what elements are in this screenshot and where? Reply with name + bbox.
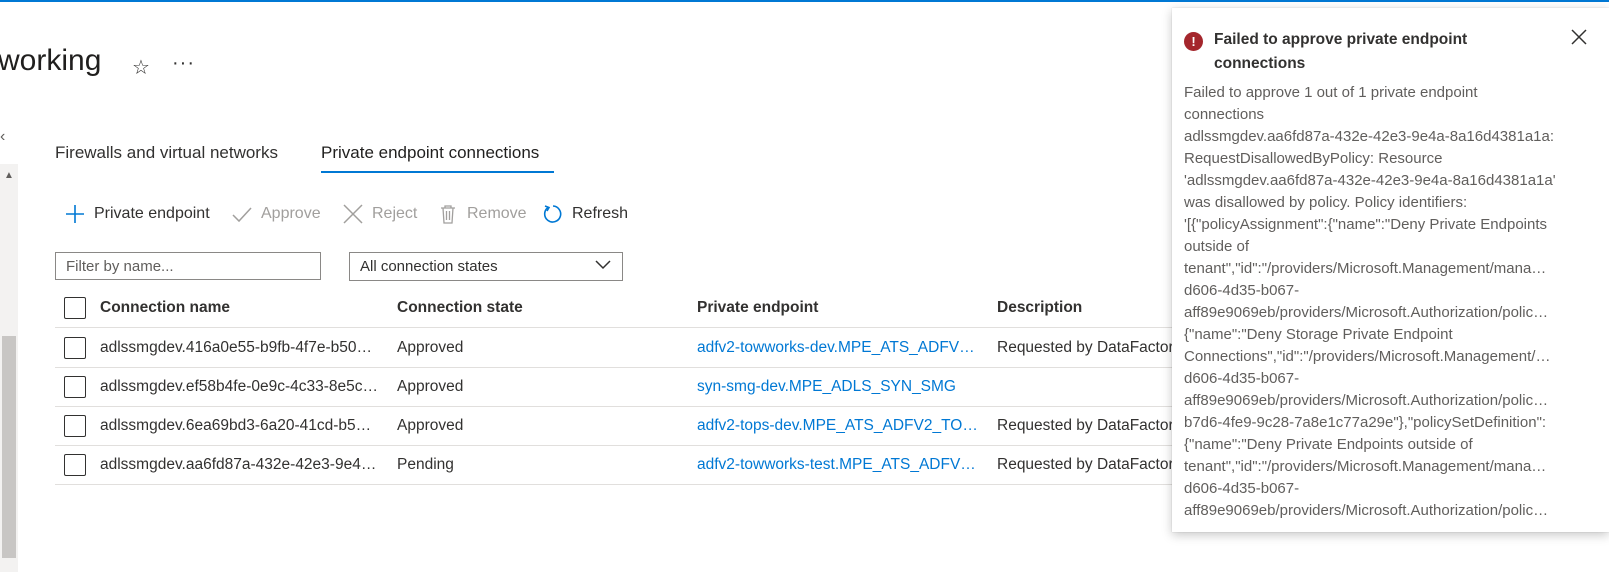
reject-button[interactable]: Reject [342, 203, 417, 225]
connection-description: Requested by DataFactory [997, 456, 1182, 473]
notification-line: tenant","id":"/providers/Microsoft.Manag… [1184, 260, 1547, 277]
connection-name: adlssmgdev.6ea69bd3-6a20-41cd-b5… [100, 417, 372, 434]
notification-line: Failed to approve 1 out of 1 private end… [1184, 84, 1478, 101]
collapse-chevron-icon[interactable]: ‹ [0, 128, 5, 146]
notification-line: aff89e9069eb/providers/Microsoft.Authori… [1184, 502, 1549, 519]
approve-button[interactable]: Approve [231, 203, 321, 225]
connection-name: adlssmgdev.aa6fd87a-432e-42e3-9e4… [100, 456, 377, 473]
table-row[interactable]: adlssmgdev.6ea69bd3-6a20-41cd-b5… Approv… [55, 406, 1181, 446]
private-endpoint-link[interactable]: adfv2-tops-dev.MPE_ATS_ADFV2_TOPS [697, 406, 982, 445]
left-nav-rail: ‹ ▲ [0, 0, 20, 572]
table-row[interactable]: adlssmgdev.ef58b4fe-0e9c-4c33-8e5c… Appr… [55, 367, 1175, 407]
notification-line: d606-4d35-b067- [1184, 370, 1300, 387]
connection-state: Pending [397, 456, 454, 473]
connection-description [997, 367, 1187, 406]
trash-icon [437, 203, 459, 225]
private-endpoint-link[interactable]: syn-smg-dev.MPE_ADLS_SYN_SMG [697, 367, 982, 406]
private-endpoint-link[interactable]: adfv2-towworks-dev.MPE_ATS_ADFV2… [697, 328, 982, 367]
add-private-endpoint-label: Private endpoint [94, 205, 210, 222]
page-title: working [0, 44, 102, 77]
connection-state-selected-value: All connection states [360, 258, 498, 275]
top-accent-line [0, 0, 1609, 2]
connection-state: Approved [397, 378, 464, 395]
notification-line: outside of [1184, 238, 1250, 255]
notification-line: {"name":"Deny Private Endpoints outside … [1184, 436, 1473, 453]
row-checkbox[interactable] [64, 415, 86, 437]
notification-line: b7d6-4fe9-9c28-7a8e1c77a29e"},"policySet… [1184, 414, 1547, 431]
notification-line: adlssmgdev.aa6fd87a-432e-42e3-9e4a-8a16d… [1184, 128, 1555, 145]
table-header-row: Connection name Connection state Private… [55, 288, 1175, 328]
notification-line: aff89e9069eb/providers/Microsoft.Authori… [1184, 304, 1549, 321]
connection-state: Approved [397, 417, 464, 434]
notification-line: connections [1184, 106, 1265, 123]
plus-icon [64, 203, 86, 225]
selected-tab-indicator [321, 171, 554, 173]
connection-state-dropdown[interactable]: All connection states [349, 252, 623, 281]
refresh-button[interactable]: Refresh [542, 203, 628, 225]
chevron-down-icon [594, 258, 612, 275]
tab-private-endpoint-connections[interactable]: Private endpoint connections [321, 143, 539, 163]
reject-label: Reject [372, 205, 418, 222]
scroll-up-arrow-icon[interactable]: ▲ [4, 170, 14, 181]
table-row[interactable]: adlssmgdev.416a0e55-b9fb-4f7e-b50… Appro… [55, 328, 1181, 368]
connection-description: Requested by DataFactory [997, 339, 1182, 356]
nav-scrollbar-thumb[interactable] [2, 336, 16, 558]
filter-by-name-input[interactable] [55, 252, 321, 280]
favorite-star-icon[interactable]: ☆ [132, 55, 150, 80]
select-all-checkbox[interactable] [64, 297, 86, 319]
table-row[interactable]: adlssmgdev.aa6fd87a-432e-42e3-9e4… Pendi… [55, 445, 1181, 485]
notification-line: {"name":"Deny Storage Private Endpoint [1184, 326, 1453, 343]
notification-line: aff89e9069eb/providers/Microsoft.Authori… [1184, 392, 1549, 409]
error-icon: ! [1184, 32, 1203, 51]
tab-firewalls-virtual-networks[interactable]: Firewalls and virtual networks [55, 143, 278, 163]
row-checkbox[interactable] [64, 454, 86, 476]
notification-line: d606-4d35-b067- [1184, 282, 1300, 299]
notification-line: 'adlssmgdev.aa6fd87a-432e-42e3-9e4a-8a16… [1184, 172, 1556, 189]
notification-line: Connections","id":"/providers/Microsoft.… [1184, 348, 1551, 365]
approve-label: Approve [261, 205, 321, 222]
notification-title: Failed to approve private endpoint conne… [1214, 31, 1468, 72]
connection-state: Approved [397, 339, 464, 356]
column-header-connection-name[interactable]: Connection name [100, 288, 383, 327]
connection-name: adlssmgdev.ef58b4fe-0e9c-4c33-8e5c… [100, 378, 379, 395]
close-icon[interactable] [1568, 26, 1590, 48]
remove-button[interactable]: Remove [437, 203, 527, 225]
remove-label: Remove [467, 205, 527, 222]
notification-line: '[{"policyAssignment":{"name":"Deny Priv… [1184, 216, 1548, 233]
column-header-connection-state[interactable]: Connection state [397, 288, 667, 327]
refresh-icon [542, 203, 564, 225]
x-icon [342, 203, 364, 225]
column-header-description[interactable]: Description [997, 288, 1187, 327]
row-checkbox[interactable] [64, 376, 86, 398]
error-notification: ! Failed to approve private endpoint con… [1172, 8, 1609, 532]
connection-description: Requested by DataFactory [997, 417, 1182, 434]
connection-name: adlssmgdev.416a0e55-b9fb-4f7e-b50… [100, 339, 373, 356]
notification-line: d606-4d35-b067- [1184, 480, 1300, 497]
private-endpoint-link[interactable]: adfv2-towworks-test.MPE_ATS_ADFV2… [697, 445, 982, 484]
notification-line: was disallowed by policy. Policy identif… [1184, 194, 1468, 211]
notification-line: tenant","id":"/providers/Microsoft.Manag… [1184, 458, 1547, 475]
row-checkbox[interactable] [64, 337, 86, 359]
refresh-label: Refresh [572, 205, 629, 222]
notification-line: RequestDisallowedByPolicy: Resource [1184, 150, 1443, 167]
column-header-private-endpoint[interactable]: Private endpoint [697, 288, 982, 327]
checkmark-icon [231, 203, 253, 225]
more-options-icon[interactable]: ··· [172, 52, 195, 75]
add-private-endpoint-button[interactable]: Private endpoint [64, 203, 210, 225]
notification-body: Failed to approve 1 out of 1 private end… [1184, 82, 1588, 522]
